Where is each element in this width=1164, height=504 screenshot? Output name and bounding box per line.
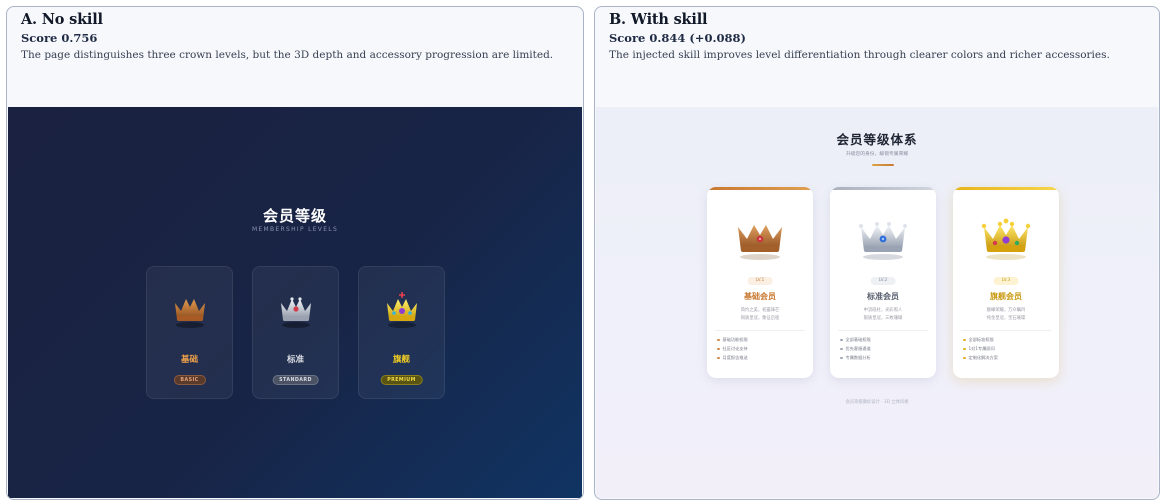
- page-heading: 会员等级体系: [836, 132, 918, 147]
- panel-description: The injected skill improves level differ…: [609, 49, 1110, 61]
- page-subheading: 升级您的身份，解锁专属荣耀: [845, 152, 909, 157]
- feature-item: 1对1专属顾问: [963, 346, 995, 352]
- tier-name: 旗舰会员: [990, 292, 1022, 301]
- heading-divider: [872, 164, 894, 166]
- level-pill: LV.2: [870, 277, 896, 285]
- panel-header: B. With skill Score 0.844 (+0.088) The i…: [609, 11, 1149, 61]
- tier-desc-1: 简约之美，初露锋芒: [740, 308, 780, 313]
- tier-card-premium[interactable]: 旗舰 PREMIUM: [358, 266, 445, 399]
- panel-header: A. No skill Score 0.756 The page disting…: [21, 11, 573, 61]
- card-accent-bar: [830, 187, 936, 190]
- level-pill: LV.1: [747, 277, 773, 285]
- panel-description: The page distinguishes three crown level…: [21, 49, 554, 61]
- tier-card-standard[interactable]: 标准 STANDARD: [252, 266, 339, 399]
- card-accent-bar: [707, 187, 813, 190]
- page-footer: 会员等级徽标设计 · 3D 立体风格: [845, 400, 909, 405]
- tier-name: 旗舰: [392, 355, 410, 365]
- tier-card-basic[interactable]: 基础 BASIC: [146, 266, 233, 399]
- card-divider: [838, 330, 928, 331]
- feature-item: 定制化解决方案: [963, 355, 998, 361]
- level-pill: LV.3: [993, 277, 1019, 285]
- panel-no-skill: A. No skill Score 0.756 The page disting…: [6, 6, 584, 500]
- tier-desc-2: 铜质皇冠，象征启程: [740, 316, 780, 321]
- bronze-crown-icon: [738, 225, 782, 260]
- feature-item: 社区讨论支持: [717, 346, 748, 352]
- tier-name: 标准: [286, 355, 304, 365]
- panel-title: A. No skill: [21, 11, 103, 28]
- silver-crown-icon: [859, 222, 907, 260]
- feature-item: 专属数据分析: [840, 355, 871, 361]
- screenshot-preview-dark: 会员等级 MEMBERSHIP LEVELS 基础 BASIC 标准 STAND…: [8, 107, 582, 498]
- silver-crown-icon: [281, 297, 311, 328]
- feature-label: 基础功能权限: [722, 337, 748, 342]
- score-label: Score 0.844 (+0.088): [609, 31, 746, 45]
- feature-item: 月度报告推送: [717, 355, 748, 361]
- feature-item: 全部基础权限: [840, 337, 871, 343]
- feature-label: 1对1专属顾问: [968, 346, 995, 351]
- score-label: Score 0.756: [21, 31, 98, 45]
- tier-name: 基础: [180, 355, 198, 365]
- tier-desc-1: 中流砥柱，光彩照人: [863, 308, 903, 313]
- feature-label: 全部标准权限: [968, 337, 994, 342]
- tier-desc-1: 巅峰荣耀，万众瞩目: [986, 308, 1026, 313]
- panel-title: B. With skill: [609, 11, 708, 28]
- feature-item: 优先客服通道: [840, 346, 871, 352]
- card-divider: [715, 330, 805, 331]
- tier-card-premium[interactable]: LV.3 旗舰会员 巅峰荣耀，万众瞩目 纯金皇冠，宝石璀璨 全部标准权限 1对1…: [953, 187, 1059, 378]
- page-subheading: MEMBERSHIP LEVELS: [251, 226, 339, 233]
- screenshot-preview-light: 会员等级体系 升级您的身份，解锁专属荣耀 LV.1 基础会员 简约之美，初露锋芒: [596, 107, 1158, 498]
- tier-badge: STANDARD: [272, 375, 319, 385]
- tier-desc-2: 纯金皇冠，宝石璀璨: [986, 316, 1026, 321]
- gold-crown-icon: [981, 218, 1031, 260]
- card-divider: [961, 330, 1051, 331]
- feature-label: 优先客服通道: [845, 346, 871, 351]
- bronze-crown-icon: [175, 299, 205, 328]
- tier-card-basic[interactable]: LV.1 基础会员 简约之美，初露锋芒 铜质皇冠，象征启程 基础功能权限 社区讨…: [707, 187, 813, 378]
- tier-desc-2: 银质皇冠，三枚珊瑚: [863, 316, 903, 321]
- card-accent-bar: [953, 187, 1059, 190]
- tier-name: 基础会员: [744, 292, 776, 301]
- tier-badge: BASIC: [173, 375, 206, 385]
- feature-item: 全部标准权限: [963, 337, 994, 343]
- feature-label: 专属数据分析: [845, 355, 871, 360]
- feature-label: 月度报告推送: [722, 355, 748, 360]
- gold-crown-icon: [387, 292, 417, 328]
- page-heading: 会员等级: [262, 207, 327, 225]
- tier-card-standard[interactable]: LV.2 标准会员 中流砥柱，光彩照人 银质皇冠，三枚珊瑚 全部基础权限 优先客…: [830, 187, 936, 378]
- feature-label: 定制化解决方案: [968, 355, 998, 360]
- feature-label: 全部基础权限: [845, 337, 871, 342]
- panel-with-skill: B. With skill Score 0.844 (+0.088) The i…: [594, 6, 1160, 500]
- feature-label: 社区讨论支持: [722, 346, 748, 351]
- tier-badge: PREMIUM: [380, 375, 423, 385]
- feature-item: 基础功能权限: [717, 337, 748, 343]
- tier-name: 标准会员: [867, 292, 899, 301]
